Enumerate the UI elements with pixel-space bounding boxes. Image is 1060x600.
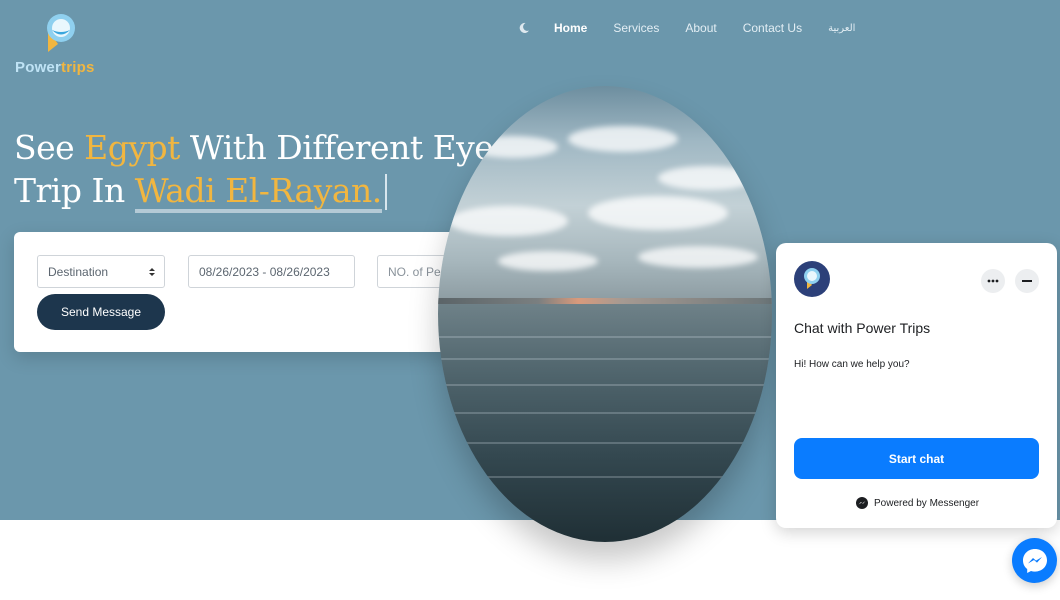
logo[interactable]: Powertrips: [14, 12, 114, 82]
image-cloud: [468, 136, 558, 158]
avatar-logo-icon: [804, 268, 820, 289]
headline-text: Trip In: [14, 171, 135, 210]
logo-text: Powertrips: [15, 59, 95, 76]
typing-cursor: [384, 174, 387, 210]
hero-headline: See Egypt With Different Eyes Trip In Wa…: [14, 126, 510, 213]
headline-line-1: See Egypt With Different Eyes: [14, 126, 510, 169]
image-sky: [438, 86, 772, 304]
nav-services[interactable]: Services: [613, 21, 659, 35]
image-cloud: [588, 196, 728, 230]
powered-by-messenger: Powered by Messenger: [856, 497, 979, 509]
nav-home[interactable]: Home: [554, 21, 587, 35]
image-wave: [438, 476, 772, 478]
nav-contact-us[interactable]: Contact Us: [743, 21, 802, 35]
messenger-small-icon: [856, 497, 868, 509]
date-range-input[interactable]: 08/26/2023 - 08/26/2023: [188, 255, 355, 288]
nav-about[interactable]: About: [685, 21, 716, 35]
image-wave: [438, 442, 772, 444]
image-wave: [438, 336, 772, 338]
typed-destination: Wadi El-Rayan.: [134, 173, 382, 213]
destination-select[interactable]: Destination: [37, 255, 165, 288]
date-range-value: 08/26/2023 - 08/26/2023: [199, 264, 330, 279]
chat-greeting: Hi! How can we help you?: [794, 359, 910, 370]
booking-form: Destination 08/26/2023 - 08/26/2023 NO. …: [14, 232, 491, 352]
chat-title: Chat with Power Trips: [794, 320, 931, 336]
messenger-chat-widget: Chat with Power Trips Hi! How can we hel…: [776, 243, 1057, 528]
headline-line-2: Trip In Wadi El-Rayan.: [14, 169, 510, 213]
image-wave: [438, 412, 772, 414]
logo-word-power: Power: [15, 59, 62, 76]
image-water: [438, 304, 772, 542]
chat-minimize-button[interactable]: [1015, 269, 1039, 293]
messenger-launcher-button[interactable]: [1012, 538, 1057, 583]
image-wave: [438, 358, 772, 360]
powered-by-text: Powered by Messenger: [874, 497, 980, 509]
minimize-icon: [1022, 280, 1032, 282]
logo-word-trips: trips: [61, 59, 95, 76]
chat-avatar: [794, 261, 830, 297]
image-cloud: [498, 251, 598, 271]
main-nav: Home Services About Contact Us العربية: [518, 20, 881, 36]
image-cloud: [658, 166, 758, 190]
hero-lake-image: [438, 86, 772, 542]
send-message-button[interactable]: Send Message: [37, 294, 165, 330]
image-cloud: [568, 126, 678, 152]
image-wave: [438, 384, 772, 386]
more-dots-icon: [987, 279, 999, 283]
image-cloud: [638, 246, 758, 268]
headline-highlight-egypt: Egypt: [84, 128, 180, 167]
nav-language-arabic[interactable]: العربية: [828, 23, 855, 34]
image-cloud: [448, 206, 568, 236]
headline-text: See: [14, 128, 85, 167]
select-arrows-icon: [149, 268, 155, 276]
chat-more-options-button[interactable]: [981, 269, 1005, 293]
destination-value: Destination: [48, 264, 109, 279]
messenger-icon: [1022, 548, 1047, 573]
moon-icon[interactable]: [518, 22, 530, 34]
logo-mark-icon: [47, 14, 75, 52]
start-chat-button[interactable]: Start chat: [794, 438, 1039, 479]
